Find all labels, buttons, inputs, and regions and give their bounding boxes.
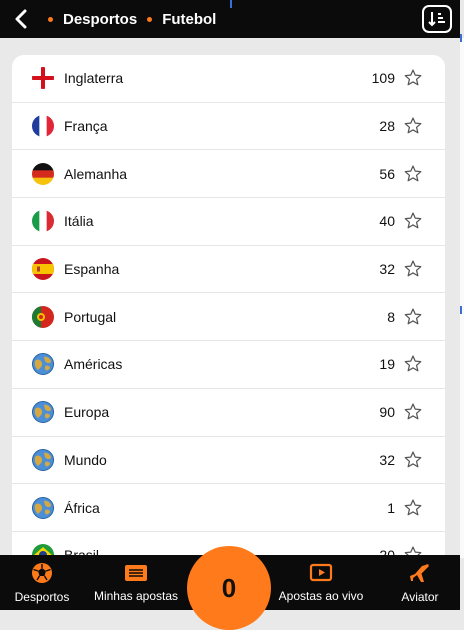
country-row[interactable]: Inglaterra 109 [12,55,445,103]
event-count: 8 [387,308,395,325]
betslip-count: 0 [221,572,237,603]
soccer-ball-icon [32,562,52,583]
globe-icon [32,353,54,376]
event-count: 56 [379,165,395,182]
favorite-star-icon[interactable] [403,498,423,518]
breadcrumb-dot [147,16,153,22]
flag-england-icon [32,67,54,90]
nav-sports-label: Desportos [14,589,70,604]
breadcrumb-dot [48,16,53,22]
country-row[interactable]: Portugal 8 [12,293,445,342]
country-name: França [64,118,108,135]
airplane-icon [410,563,430,582]
chevron-left-icon [15,9,27,29]
flag-italy-icon [32,210,54,233]
flag-spain-icon [32,258,54,281]
favorite-star-icon[interactable] [403,450,423,470]
live-play-icon [309,563,333,581]
sort-button[interactable] [422,5,452,33]
country-row[interactable]: Europa 90 [12,389,445,437]
selection-handle [460,34,462,42]
country-row[interactable]: Itália 40 [12,198,445,246]
favorite-star-icon[interactable] [403,402,423,422]
nav-sports[interactable]: Desportos [0,555,84,610]
selection-handle [230,0,232,8]
country-name: Américas [64,356,123,373]
event-count: 109 [371,70,395,87]
breadcrumb-sports[interactable]: Desportos [63,11,137,28]
event-count: 1 [387,499,395,516]
sort-icon [428,12,445,27]
flag-portugal-icon [32,305,54,328]
nav-aviator-label: Aviator [401,589,439,604]
globe-icon [32,401,54,424]
nav-my-bets[interactable]: Minhas apostas [84,555,188,610]
event-count: 19 [379,356,395,373]
event-count: 32 [379,451,395,468]
favorite-star-icon[interactable] [403,164,423,184]
event-count: 28 [379,118,395,135]
selection-handle [460,306,462,314]
favorite-star-icon[interactable] [403,354,423,374]
betslip-button[interactable]: 0 [187,546,271,630]
ticket-icon [125,564,147,581]
page-edge [460,38,464,558]
country-name: Inglaterra [64,70,124,87]
back-button[interactable] [4,0,38,38]
favorite-star-icon[interactable] [403,259,423,279]
country-name: Portugal [64,308,117,325]
event-count: 90 [379,404,395,421]
globe-icon [32,496,54,519]
country-list: Inglaterra 109 França 28 Alemanha 56 Itália 40 E… [12,55,445,575]
nav-aviator[interactable]: Aviator [380,555,460,610]
country-name: Europa [64,404,110,421]
event-count: 40 [379,213,395,230]
country-name: Itália [64,213,94,230]
favorite-star-icon[interactable] [403,116,423,136]
breadcrumb-football: Futebol [162,10,217,28]
country-name: África [64,499,100,516]
nav-live-bets-label: Apostas ao vivo [278,588,364,603]
flag-germany-icon [32,162,54,185]
nav-my-bets-label: Minhas apostas [93,588,179,603]
globe-icon [32,448,54,471]
country-row[interactable]: Américas 19 [12,341,445,389]
country-name: Espanha [64,261,120,278]
favorite-star-icon[interactable] [403,307,423,327]
country-row[interactable]: Mundo 32 [12,437,445,485]
country-name: Alemanha [64,165,128,182]
nav-live-bets[interactable]: Apostas ao vivo [270,555,372,610]
country-name: Mundo [64,451,107,468]
favorite-star-icon[interactable] [403,211,423,231]
country-row[interactable]: França 28 [12,103,445,151]
favorite-star-icon[interactable] [403,68,423,88]
event-count: 32 [379,261,395,278]
country-row[interactable]: Espanha 32 [12,246,445,294]
flag-france-icon [32,115,54,138]
country-row[interactable]: África 1 [12,484,445,532]
country-row[interactable]: Alemanha 56 [12,150,445,199]
